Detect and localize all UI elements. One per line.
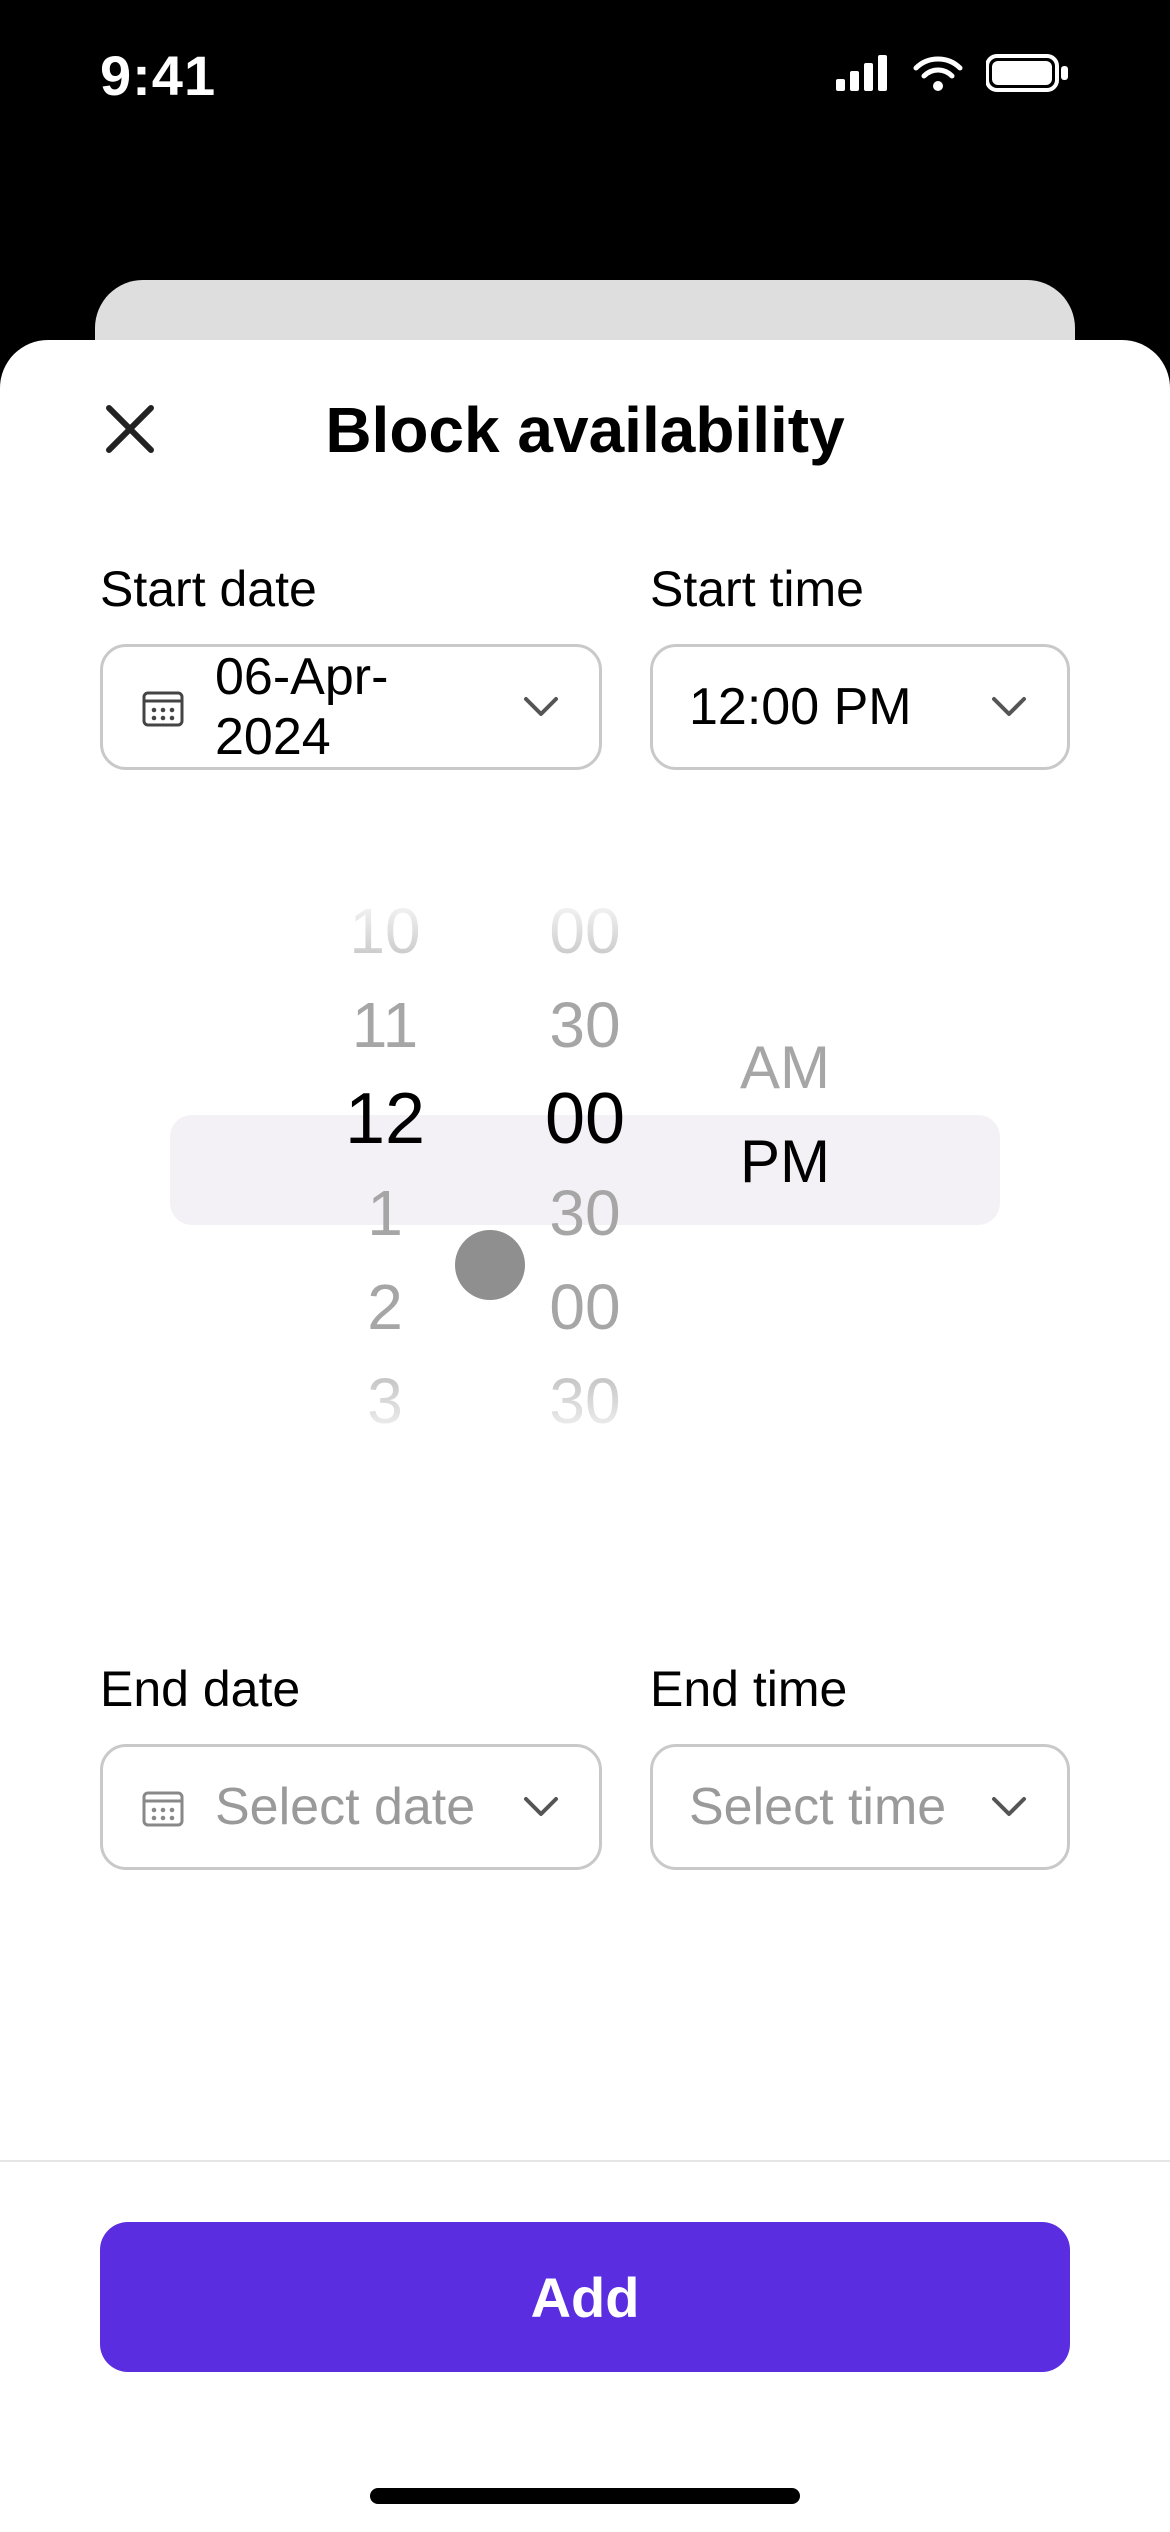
picker-item[interactable]: 30 xyxy=(549,1354,620,1448)
status-icons xyxy=(836,53,1070,98)
chevron-down-icon xyxy=(519,1785,563,1829)
picker-item[interactable]: 10 xyxy=(349,890,420,978)
close-icon xyxy=(101,400,159,461)
label-start-date: Start date xyxy=(100,560,602,618)
picker-item[interactable]: 2 xyxy=(367,1260,403,1354)
cellular-icon xyxy=(836,55,890,96)
calendar-icon xyxy=(139,683,187,731)
chevron-down-icon xyxy=(987,1785,1031,1829)
wifi-icon xyxy=(912,54,964,97)
sheet-title: Block availability xyxy=(325,393,844,467)
picker-col-ampm[interactable]: AM PM xyxy=(685,890,885,1450)
value-start-time: 12:00 PM xyxy=(689,677,959,737)
placeholder-end-time: Select time xyxy=(689,1777,959,1837)
time-picker[interactable]: 9 10 11 12 1 2 3 30 00 30 xyxy=(100,890,1070,1450)
field-start-date: Start date 06-Apr-2024 xyxy=(100,560,602,770)
label-start-time: Start time xyxy=(650,560,1070,618)
picker-item[interactable]: 30 xyxy=(549,1166,620,1260)
field-end-time: End time Select time xyxy=(650,1660,1070,1870)
home-indicator[interactable] xyxy=(370,2488,800,2504)
battery-icon xyxy=(986,53,1070,98)
input-start-time[interactable]: 12:00 PM xyxy=(650,644,1070,770)
picker-columns: 9 10 11 12 1 2 3 30 00 30 xyxy=(100,890,1070,1450)
picker-item[interactable]: 11 xyxy=(352,978,418,1072)
picker-col-hour[interactable]: 9 10 11 12 1 2 3 xyxy=(285,890,485,1450)
label-end-date: End date xyxy=(100,1660,602,1718)
chevron-down-icon xyxy=(987,685,1031,729)
close-button[interactable] xyxy=(90,390,170,470)
picker-item[interactable]: 00 xyxy=(549,890,620,978)
input-start-date[interactable]: 06-Apr-2024 xyxy=(100,644,602,770)
chevron-down-icon xyxy=(519,685,563,729)
calendar-icon xyxy=(139,1783,187,1831)
placeholder-end-date: Select date xyxy=(215,1777,491,1837)
picker-item[interactable]: AM xyxy=(740,1020,830,1114)
picker-item-selected[interactable]: 12 xyxy=(345,1072,425,1166)
picker-col-minute[interactable]: 30 00 30 00 30 00 30 xyxy=(485,890,685,1450)
label-end-time: End time xyxy=(650,1660,1070,1718)
sheet-header: Block availability xyxy=(0,340,1170,520)
picker-item-selected[interactable]: 00 xyxy=(545,1072,625,1166)
add-button[interactable]: Add xyxy=(100,2222,1070,2372)
modal-sheet: Block availability Start date 06-Apr-202… xyxy=(0,340,1170,2532)
field-end-date: End date Select date xyxy=(100,1660,602,1870)
picker-item[interactable]: 1 xyxy=(367,1166,403,1260)
picker-item[interactable]: 00 xyxy=(549,1260,620,1354)
row-end: End date Select date End time Sel xyxy=(100,1660,1070,1870)
sheet-content: Start date 06-Apr-2024 Start time xyxy=(0,520,1170,2160)
status-bar: 9:41 xyxy=(0,0,1170,150)
phone-frame: 9:41 Block availability xyxy=(0,0,1170,2532)
value-start-date: 06-Apr-2024 xyxy=(215,647,491,767)
picker-item[interactable]: 3 xyxy=(367,1354,403,1448)
picker-item-selected[interactable]: PM xyxy=(740,1114,830,1208)
status-time: 9:41 xyxy=(100,43,216,108)
field-start-time: Start time 12:00 PM xyxy=(650,560,1070,770)
picker-item[interactable]: 30 xyxy=(549,978,620,1072)
input-end-date[interactable]: Select date xyxy=(100,1744,602,1870)
row-start: Start date 06-Apr-2024 Start time xyxy=(100,560,1070,770)
input-end-time[interactable]: Select time xyxy=(650,1744,1070,1870)
sheet-footer: Add xyxy=(0,2160,1170,2532)
touch-indicator xyxy=(455,1230,525,1300)
